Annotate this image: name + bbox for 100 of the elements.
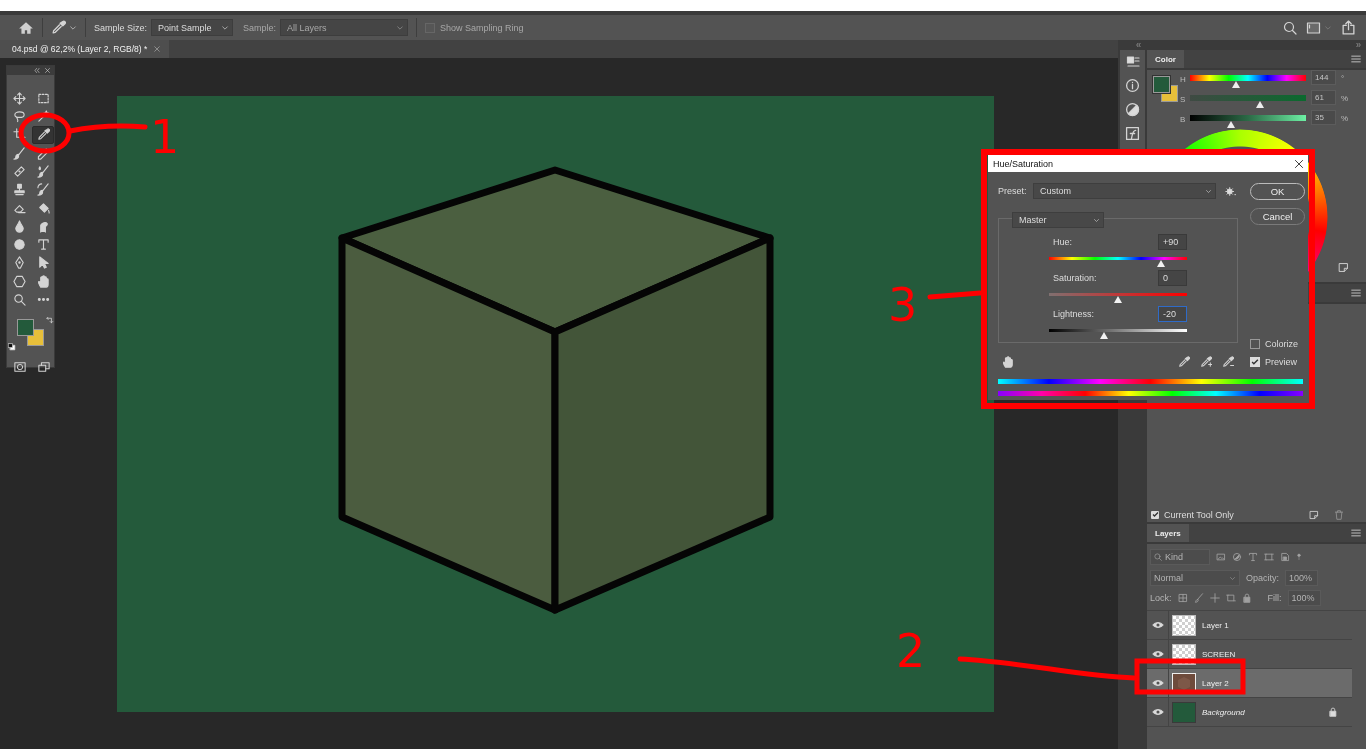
marquee-icon (36, 91, 50, 105)
layer-name: SCREEN (1202, 649, 1236, 659)
workspace-icon[interactable] (1306, 20, 1321, 35)
brush-icon (36, 183, 50, 197)
new-preset-icon[interactable] (1309, 509, 1319, 520)
annotation-number: 2 (896, 628, 926, 674)
panel-icon[interactable] (1125, 55, 1140, 69)
unit-label: % (1341, 94, 1349, 103)
expand-icon[interactable] (1356, 42, 1362, 48)
bandage-icon (12, 164, 26, 178)
slider-thumb[interactable] (1255, 101, 1264, 108)
gear-icon[interactable] (1225, 185, 1236, 197)
panel-tab[interactable]: Color (1147, 50, 1184, 68)
channel-dropdown[interactable]: Master (1012, 212, 1104, 228)
fill-label: Fill: (1267, 593, 1282, 603)
current-tool-only-label: Current Tool Only (1164, 509, 1234, 520)
caret-icon (1205, 187, 1212, 195)
eyedropper-minus-icon[interactable] (1222, 356, 1234, 368)
unit-label: % (1341, 114, 1349, 123)
panel-tab[interactable]: Layers (1147, 524, 1189, 542)
preset-dropdown[interactable]: Custom (1033, 183, 1216, 199)
quick-mask-icon[interactable] (13, 360, 27, 373)
hand-icon (36, 274, 50, 288)
drop-icon (12, 219, 26, 233)
eye-icon[interactable] (1151, 648, 1164, 660)
value-field[interactable]: -20 (1158, 306, 1187, 322)
hexagon-icon (12, 274, 26, 288)
slider-thumb[interactable] (1232, 81, 1241, 88)
eye-icon[interactable] (1151, 706, 1164, 718)
layer-name: Layer 1 (1202, 620, 1229, 630)
value-field[interactable]: 144 (1311, 70, 1336, 85)
value-field[interactable]: 35 (1311, 110, 1336, 125)
sampling-ring-label: Show Sampling Ring (440, 22, 524, 33)
checkbox[interactable] (1250, 339, 1260, 349)
stamp-icon (12, 183, 26, 197)
color-swatches[interactable] (17, 318, 44, 346)
annotation-number: 1 (150, 114, 180, 160)
collapse-icon[interactable] (33, 67, 40, 74)
preview-label: Preview (1265, 357, 1297, 367)
layer-name: Layer 2 (1202, 678, 1229, 688)
tool-button[interactable] (32, 125, 54, 144)
eye-icon[interactable] (1151, 619, 1164, 631)
swap-icon[interactable] (45, 316, 54, 326)
slider-thumb[interactable] (1100, 332, 1109, 339)
channel-label: S (1180, 94, 1187, 104)
layer-row[interactable]: Layer 2 (1147, 669, 1352, 698)
screen-mode-icon[interactable] (37, 360, 51, 373)
color-swatches-drawing[interactable] (1153, 76, 1179, 102)
annotation-number: 3 (888, 282, 918, 328)
default-colors-icon[interactable] (8, 342, 16, 351)
checkbox[interactable] (1151, 510, 1159, 519)
opacity-label: Opacity: (1246, 573, 1279, 583)
eyedropper-icon[interactable] (51, 20, 66, 35)
slider-thumb[interactable] (1156, 260, 1165, 267)
type-tool-icon (36, 238, 50, 251)
eyedropper-plus-icon[interactable] (1200, 356, 1212, 368)
value-field[interactable]: 0 (1158, 270, 1187, 286)
new-swatch-icon[interactable] (1338, 262, 1349, 273)
caret-icon (221, 23, 230, 32)
share-icon[interactable] (1341, 20, 1356, 35)
channel-label: H (1180, 74, 1187, 84)
lock-label: Lock: (1150, 593, 1172, 603)
fill-field[interactable]: 100% (1287, 590, 1321, 606)
layer-row[interactable]: Layer 1 (1147, 611, 1352, 640)
eyedropper-icon (36, 128, 50, 142)
slider-thumb[interactable] (1114, 296, 1122, 303)
move-icon (12, 91, 26, 105)
menu-icon[interactable] (1351, 288, 1361, 298)
value-field[interactable]: 61 (1311, 90, 1336, 105)
menu-icon[interactable] (1351, 528, 1361, 538)
caret-icon (69, 23, 77, 32)
effects-icon[interactable] (1125, 126, 1140, 141)
eyedropper-icon[interactable] (1178, 356, 1190, 368)
blend-mode-dropdown[interactable]: Normal (1150, 570, 1240, 586)
slider-label: Saturation: (1053, 273, 1097, 283)
brush-icon (12, 146, 26, 160)
close-icon[interactable] (1294, 158, 1304, 169)
sample-size-dropdown[interactable]: Point Sample (151, 19, 234, 36)
checker-lock-icon[interactable] (1177, 593, 1188, 603)
slider-label: Hue: (1053, 237, 1072, 247)
eye-icon[interactable] (1151, 677, 1164, 689)
search-icon[interactable] (1283, 20, 1297, 35)
pointer-icon (36, 256, 50, 270)
info-icon[interactable] (1125, 78, 1140, 93)
preset-label: Preset: (998, 186, 1028, 196)
unit-label: ° (1341, 74, 1345, 83)
hand-icon[interactable] (1002, 356, 1014, 368)
colorize-label: Colorize (1265, 339, 1298, 349)
document-tab[interactable]: 04.psd @ 62,2% (Layer 2, RGB/8) * (0, 40, 170, 58)
value-field[interactable]: +90 (1158, 234, 1187, 250)
slider-label: Lightness: (1053, 309, 1095, 319)
layer-row[interactable]: Background (1147, 698, 1352, 727)
dialog-title: Hue/Saturation (993, 158, 1054, 169)
contrast-icon[interactable] (1125, 102, 1140, 117)
menu-icon[interactable] (1351, 54, 1361, 64)
layer-thumbnail (1172, 701, 1196, 723)
padlock-icon[interactable] (1241, 593, 1252, 603)
sample-size-label: Sample Size: (94, 22, 148, 33)
opacity-field[interactable]: 100% (1285, 570, 1318, 586)
caret-icon (396, 23, 405, 32)
